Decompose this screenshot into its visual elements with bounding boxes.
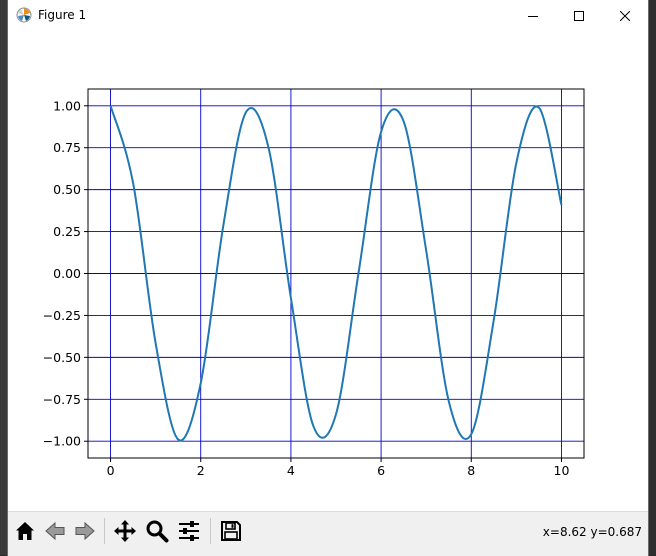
close-icon	[620, 10, 630, 21]
x-tick-label: 10	[554, 463, 570, 478]
x-tick-label: 8	[467, 463, 475, 478]
figure-window: Figure 1 0 2 4 6 8 10 1.00 0.75 0.50 0.25 0.00 −0.2…	[8, 0, 648, 556]
magnifier-icon	[145, 519, 169, 543]
x-tick-label: 6	[377, 463, 385, 478]
minimize-button[interactable]	[510, 0, 556, 31]
title-bar[interactable]: Figure 1	[8, 0, 648, 31]
sliders-icon	[177, 519, 201, 543]
x-tick-label: 4	[287, 463, 295, 478]
navigation-toolbar: x=8.62 y=0.687	[8, 511, 648, 556]
toolbar-separator	[104, 518, 105, 544]
y-tick-label: 0.25	[53, 224, 81, 239]
floppy-disk-icon	[220, 520, 242, 542]
y-tick-label: −0.50	[43, 350, 81, 365]
axis-ticks: 0 2 4 6 8 10 1.00 0.75 0.50 0.25 0.00 −0.25 −0.50 −0.…	[43, 98, 570, 478]
pan-button[interactable]	[110, 516, 140, 546]
forward-arrow-icon	[74, 520, 96, 542]
x-tick-label: 0	[107, 463, 115, 478]
forward-button[interactable]	[70, 516, 100, 546]
back-arrow-icon	[44, 520, 66, 542]
maximize-icon	[574, 10, 584, 21]
figure-canvas[interactable]: 0 2 4 6 8 10 1.00 0.75 0.50 0.25 0.00 −0.25 −0.50 −0.…	[8, 31, 648, 511]
y-tick-label: 0.75	[53, 140, 81, 155]
y-tick-label: 1.00	[53, 98, 81, 113]
home-button[interactable]	[10, 516, 40, 546]
cursor-coordinates: x=8.62 y=0.687	[542, 525, 642, 539]
maximize-button[interactable]	[556, 0, 602, 31]
back-button[interactable]	[40, 516, 70, 546]
grid-lines	[88, 89, 584, 458]
x-tick-label: 2	[197, 463, 205, 478]
minimize-icon	[528, 11, 538, 21]
close-button[interactable]	[602, 0, 648, 31]
home-icon	[14, 520, 36, 542]
toolbar-separator	[210, 518, 211, 544]
window-title: Figure 1	[38, 8, 87, 22]
zoom-button[interactable]	[142, 516, 172, 546]
matplotlib-icon	[16, 7, 32, 23]
y-tick-label: 0.00	[53, 266, 81, 281]
plot-svg[interactable]: 0 2 4 6 8 10 1.00 0.75 0.50 0.25 0.00 −0.25 −0.50 −0.…	[8, 31, 648, 511]
y-tick-label: −1.00	[43, 434, 81, 449]
y-tick-label: 0.50	[53, 182, 81, 197]
move-arrows-icon	[113, 519, 137, 543]
y-tick-label: −0.75	[43, 392, 81, 407]
save-button[interactable]	[216, 516, 246, 546]
y-tick-label: −0.25	[43, 308, 81, 323]
configure-subplots-button[interactable]	[174, 516, 204, 546]
